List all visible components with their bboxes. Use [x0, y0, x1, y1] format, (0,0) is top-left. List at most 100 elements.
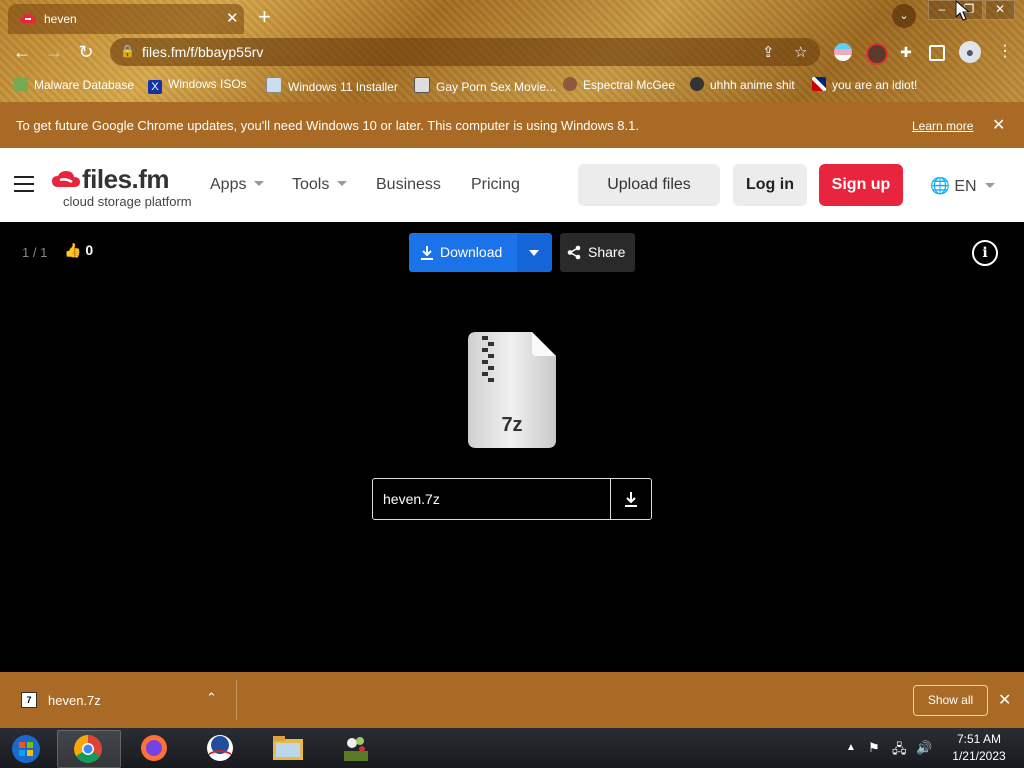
site-header: files.fm cloud storage platform Apps Too… — [0, 148, 1024, 222]
address-bar[interactable]: 🔒 files.fm/f/bbayp55rv ⇪ ☆ — [110, 38, 820, 66]
nav-apps[interactable]: Apps — [210, 176, 265, 194]
clock-time: 7:51 AM — [956, 732, 1002, 746]
action-center-flag-icon[interactable]: ⚑ — [868, 740, 880, 756]
volume-icon[interactable]: 🔊 — [916, 740, 932, 756]
windows-taskbar: ▲ ⚑ 🖧 🔊 7:51 AM 1/21/2023 — [0, 728, 1024, 768]
file-download-button[interactable] — [611, 479, 651, 519]
mouse-cursor-icon — [955, 0, 971, 21]
network-icon[interactable]: 🖧 — [892, 740, 907, 762]
share-page-icon[interactable]: ⇪ — [762, 43, 775, 61]
tab-close-icon[interactable]: ✕ — [226, 9, 239, 27]
close-shelf-icon[interactable]: ✕ — [998, 690, 1011, 710]
extension-avatar-icon[interactable] — [866, 43, 888, 65]
files-fm-logo[interactable]: files.fm cloud storage platform — [52, 164, 192, 209]
file-name: heven.7z — [383, 491, 440, 507]
site-icon — [414, 77, 430, 93]
bug-icon — [14, 77, 28, 91]
share-icon — [567, 245, 581, 260]
system-clock[interactable]: 7:51 AM 1/21/2023 — [944, 731, 1014, 765]
minimize-button[interactable]: – — [928, 0, 956, 20]
browser-tab[interactable]: heven ✕ — [8, 4, 244, 34]
file-counter: 1 / 1 — [22, 245, 48, 260]
info-icon[interactable]: i — [972, 240, 998, 266]
login-button[interactable]: Log in — [733, 164, 807, 206]
chevron-down-icon — [337, 181, 348, 186]
start-button[interactable] — [0, 730, 54, 766]
extensions-puzzle-icon[interactable]: ✚ — [897, 43, 915, 61]
anime-icon — [690, 77, 704, 91]
tab-search-button[interactable]: ⌄ — [892, 4, 916, 28]
firefox-icon — [141, 735, 167, 761]
hamburger-menu-icon[interactable] — [14, 176, 34, 192]
logo-name: files.fm — [82, 164, 170, 194]
upload-files-button[interactable]: Upload files — [578, 164, 720, 206]
chevron-up-icon[interactable]: ⌃ — [206, 690, 217, 706]
download-options-button[interactable] — [517, 233, 552, 272]
signup-button[interactable]: Sign up — [819, 164, 903, 206]
download-item-name[interactable]: heven.7z — [48, 693, 101, 708]
bookmark-star-icon[interactable]: ☆ — [794, 43, 807, 61]
avatar-icon — [563, 77, 577, 91]
clock-date: 1/21/2023 — [952, 749, 1006, 763]
plant-game-icon — [344, 737, 368, 761]
files-fm-favicon-icon — [20, 14, 36, 23]
share-button[interactable]: Share — [560, 233, 635, 272]
show-hidden-icons-icon[interactable]: ▲ — [846, 742, 856, 753]
7z-file-icon: 7 — [21, 692, 37, 708]
taskbar-obama[interactable] — [190, 730, 252, 766]
bookmark-item[interactable]: Windows 11 Installer — [266, 77, 398, 94]
taskbar-game[interactable] — [326, 730, 388, 766]
bookmark-item[interactable]: you are an idiot! — [812, 77, 917, 92]
url-text[interactable]: files.fm/f/bbayp55rv — [142, 44, 263, 60]
flag-icon — [812, 77, 826, 91]
bookmark-item[interactable]: Malware Database — [14, 77, 134, 92]
side-panel-icon[interactable] — [929, 45, 945, 61]
extension-flag-icon[interactable] — [834, 43, 852, 61]
file-extension-label: 7z — [501, 414, 522, 436]
folder-icon — [273, 736, 303, 760]
chrome-icon — [74, 735, 102, 763]
chevron-down-icon — [984, 183, 995, 188]
globe-icon: 🌐 — [930, 178, 950, 195]
cloud-logo-icon — [52, 171, 80, 187]
close-window-button[interactable]: ✕ — [985, 0, 1015, 20]
reload-button[interactable]: ↻ — [74, 42, 98, 63]
chevron-down-icon — [254, 181, 265, 186]
file-viewer: 1 / 1 👍 0 Download Share i 7z heven.7z — [0, 222, 1024, 672]
update-infobar: To get future Google Chrome updates, you… — [0, 102, 1024, 148]
taskbar-file-explorer[interactable] — [258, 730, 320, 766]
forward-button[interactable]: → — [42, 42, 66, 63]
new-tab-button[interactable]: + — [258, 4, 271, 30]
x-logo-icon: X — [148, 80, 162, 94]
download-button[interactable]: Download — [409, 233, 517, 272]
bookmark-item[interactable]: X Windows ISOs — [148, 77, 247, 94]
bookmark-item[interactable]: uhhh anime shit — [690, 77, 795, 92]
bookmarks-bar: Malware Database X Windows ISOs Windows 1… — [0, 74, 1024, 96]
bookmark-item[interactable]: Gay Porn Sex Movie... — [414, 77, 556, 94]
lock-icon[interactable]: 🔒 — [120, 44, 135, 58]
image-icon — [266, 77, 282, 93]
obama-logo-icon — [207, 735, 233, 761]
chrome-menu-icon[interactable]: ⋮ — [996, 43, 1014, 61]
back-button[interactable]: ← — [10, 42, 34, 63]
show-all-button[interactable]: Show all — [913, 685, 988, 716]
language-selector[interactable]: 🌐 EN — [930, 176, 995, 196]
bookmark-item[interactable]: Espectral McGee — [563, 77, 675, 92]
download-icon — [625, 492, 637, 507]
infobar-close-icon[interactable]: ✕ — [992, 115, 1005, 135]
nav-pricing[interactable]: Pricing — [471, 176, 520, 194]
profile-icon[interactable]: ● — [959, 41, 981, 63]
filename-box: heven.7z — [372, 478, 652, 520]
learn-more-link[interactable]: Learn more — [912, 119, 973, 133]
like-button[interactable]: 👍 0 — [64, 242, 93, 259]
taskbar-firefox[interactable] — [124, 730, 186, 766]
tab-title: heven — [44, 12, 77, 26]
taskbar-chrome[interactable] — [57, 730, 121, 768]
nav-tools[interactable]: Tools — [292, 176, 348, 194]
archive-file-icon: 7z — [468, 332, 556, 448]
download-icon — [421, 246, 433, 260]
thumbs-up-icon: 👍 — [64, 242, 82, 258]
windows-start-icon — [12, 735, 40, 763]
nav-business[interactable]: Business — [376, 176, 441, 194]
caret-down-icon — [529, 250, 539, 256]
